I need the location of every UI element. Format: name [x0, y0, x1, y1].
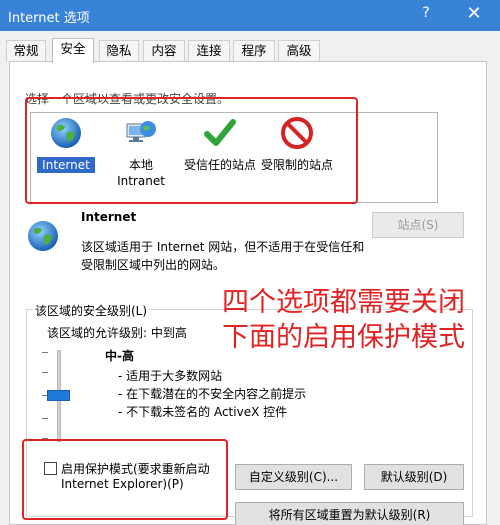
tab-advanced[interactable]: 高级 [278, 40, 320, 62]
help-button[interactable]: ? [412, 5, 440, 21]
security-level-name: 中-高 [105, 349, 134, 363]
level-bullet: - 在下载潜在的不安全内容之前提示 [118, 387, 307, 401]
reset-all-zones-button[interactable]: 将所有区域重置为默认级别(R) [235, 502, 464, 525]
close-button[interactable]: ✕ [456, 3, 492, 24]
annotation-text-line2: 下面的启用保护模式 [222, 322, 465, 353]
sites-button[interactable]: 站点(S) [372, 212, 464, 238]
security-slider-thumb[interactable] [47, 390, 70, 401]
allowed-levels-text: 该区域的允许级别: 中到高 [47, 326, 187, 340]
selected-zone-name: Internet [81, 210, 137, 224]
tab-security[interactable]: 安全 [52, 38, 94, 63]
level-bullet: - 不下载未签名的 ActiveX 控件 [118, 405, 288, 419]
level-bullet: - 适用于大多数网站 [118, 369, 223, 383]
custom-level-button[interactable]: 自定义级别(C)... [235, 464, 352, 490]
tab-general[interactable]: 常规 [6, 40, 46, 62]
tab-programs[interactable]: 程序 [233, 40, 275, 62]
tab-privacy[interactable]: 隐私 [99, 40, 139, 62]
security-level-description: - 适用于大多数网站 - 在下载潜在的不安全内容之前提示 - 不下载未签名的 A… [118, 367, 306, 421]
title-bar: Internet 选项 ? ✕ [0, 0, 500, 31]
security-level-legend: 该区域的安全级别(L) [33, 302, 150, 319]
annotation-highlight-protected-mode [22, 439, 228, 520]
tab-content[interactable]: 内容 [143, 40, 185, 62]
slider-tick [42, 372, 48, 373]
selected-zone-description: 该区域适用于 Internet 网站，但不适用于在受信任和受限制区域中列出的网站… [81, 240, 365, 272]
globe-icon [28, 221, 58, 251]
default-level-button[interactable]: 默认级别(D) [364, 464, 464, 490]
tab-connections[interactable]: 连接 [188, 40, 230, 62]
window-title: Internet 选项 [8, 11, 90, 26]
annotation-text-line1: 四个选项都需要关闭 [222, 287, 465, 318]
slider-tick [42, 418, 48, 419]
annotation-highlight-zones [25, 97, 358, 204]
slider-tick [42, 352, 48, 353]
